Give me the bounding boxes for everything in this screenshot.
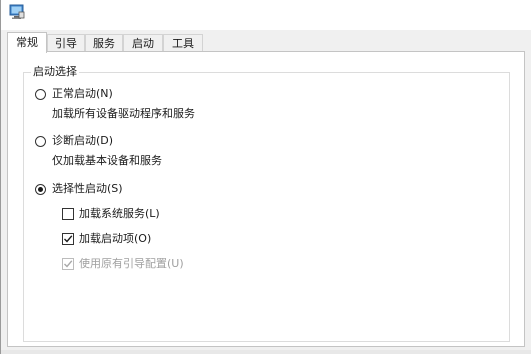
- load-system-services-checkbox[interactable]: [62, 208, 74, 220]
- general-tab-panel: 启动选择 正常启动(N) 加载所有设备驱动程序和服务 诊断启动(D) 仅加载基本…: [7, 51, 525, 347]
- tab-services-label: 服务: [93, 37, 115, 50]
- tab-general[interactable]: 常规: [7, 32, 47, 53]
- use-original-boot-config-label: 使用原有引导配置(U): [79, 257, 184, 270]
- diagnostic-startup-label[interactable]: 诊断启动(D): [52, 134, 113, 148]
- msconfig-app-icon: [9, 4, 25, 20]
- window-bottom-edge: [1, 350, 531, 354]
- tab-tools[interactable]: 工具: [163, 34, 203, 51]
- use-original-boot-config-checkbox: [62, 258, 74, 270]
- checkmark-icon: [64, 260, 73, 268]
- tab-boot[interactable]: 引导: [47, 34, 85, 51]
- normal-startup-radio[interactable]: [35, 89, 46, 100]
- startup-selection-group: 启动选择 正常启动(N) 加载所有设备驱动程序和服务 诊断启动(D) 仅加载基本…: [23, 65, 510, 342]
- normal-startup-description: 加载所有设备驱动程序和服务: [52, 107, 195, 120]
- tab-startup[interactable]: 启动: [123, 34, 163, 51]
- selective-startup-label[interactable]: 选择性启动(S): [52, 182, 123, 196]
- tab-general-label: 常规: [16, 36, 38, 49]
- load-system-services-label[interactable]: 加载系统服务(L): [79, 207, 160, 221]
- title-bar[interactable]: [1, 0, 531, 30]
- load-startup-items-label[interactable]: 加载启动项(O): [79, 232, 151, 246]
- system-configuration-window: 常规 引导 服务 启动 工具 启动选择 正常启动(N) 加载所有设备驱动程序和服…: [0, 0, 531, 354]
- tab-tools-label: 工具: [172, 37, 194, 50]
- startup-selection-title: 启动选择: [31, 65, 79, 79]
- diagnostic-startup-radio[interactable]: [35, 136, 46, 147]
- tab-boot-label: 引导: [55, 37, 77, 50]
- selective-startup-radio[interactable]: [35, 184, 46, 195]
- load-startup-items-checkbox[interactable]: [62, 233, 74, 245]
- normal-startup-label[interactable]: 正常启动(N): [52, 87, 113, 101]
- tab-startup-label: 启动: [132, 37, 154, 50]
- tab-services[interactable]: 服务: [85, 34, 123, 51]
- diagnostic-startup-description: 仅加载基本设备和服务: [52, 154, 162, 167]
- checkmark-icon: [64, 235, 73, 243]
